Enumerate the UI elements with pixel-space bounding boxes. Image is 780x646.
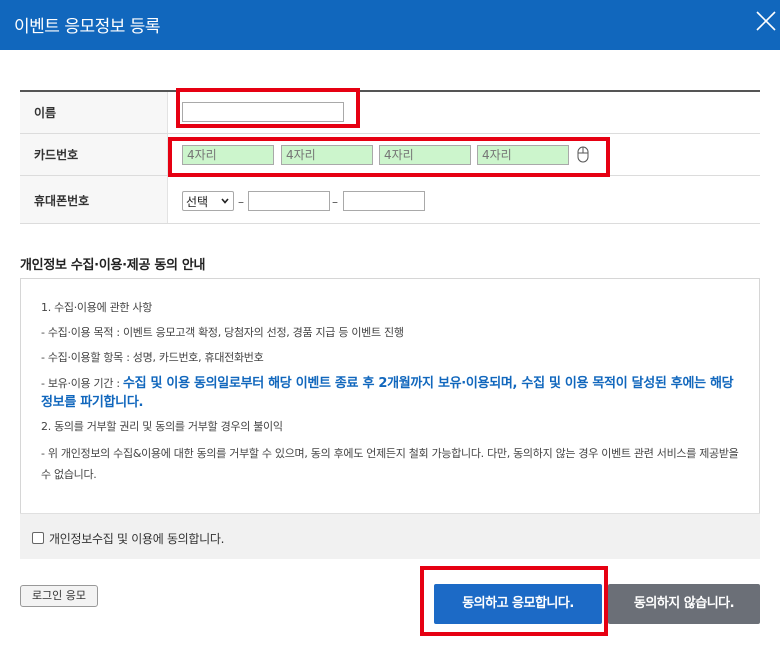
phone-prefix-value: 선택 (186, 195, 209, 209)
consent-label[interactable]: 개인정보수집 및 이용에 동의합니다. (49, 530, 224, 547)
close-icon[interactable] (755, 10, 777, 32)
phone-dash-1: – (238, 195, 244, 209)
chevron-down-icon (221, 198, 229, 204)
phone-row: 휴대폰번호 선택 – – (20, 176, 760, 224)
name-row: 이름 (20, 92, 760, 134)
highlight-agree-button (420, 566, 608, 636)
privacy-item-1: 1. 수집·이용에 관한 사항 (41, 301, 153, 314)
phone-middle-input[interactable] (248, 191, 330, 211)
phone-label: 휴대폰번호 (20, 176, 168, 223)
phone-cell: 선택 – – (168, 176, 760, 223)
card-label: 카드번호 (20, 134, 168, 175)
highlight-card (168, 137, 610, 177)
phone-last-input[interactable] (343, 191, 425, 211)
consent-checkbox[interactable] (32, 532, 44, 544)
title-bar: 이벤트 응모정보 등록 (0, 0, 780, 50)
window-title: 이벤트 응모정보 등록 (14, 17, 161, 37)
consent-bar: 개인정보수집 및 이용에 동의합니다. (20, 513, 760, 559)
privacy-item-1-purpose: - 수집·이용 목적 : 이벤트 응모고객 확정, 당첨자의 선정, 경품 지급… (41, 326, 404, 339)
privacy-item-2-desc: - 위 개인정보의 수집&이용에 대한 동의를 거부할 수 있으며, 동의 후에… (41, 447, 739, 481)
privacy-title: 개인정보 수집·이용·제공 동의 안내 (20, 258, 206, 273)
privacy-item-1-period: - 보유·이용 기간 : 수집 및 이용 동의일로부터 해당 이벤트 종료 후 … (41, 370, 739, 414)
phone-dash-2: – (332, 195, 338, 209)
privacy-item-1-fields: - 수집·이용할 항목 : 성명, 카드번호, 휴대전화번호 (41, 351, 264, 364)
highlight-name (176, 88, 360, 128)
disagree-button[interactable]: 동의하지 않습니다. (608, 584, 760, 624)
name-label: 이름 (20, 92, 168, 133)
period-prefix: - 보유·이용 기간 : (41, 377, 123, 390)
privacy-item-2: 2. 동의를 거부할 권리 및 동의를 거부할 경우의 불이익 (41, 420, 283, 433)
login-apply-button[interactable]: 로그인 응모 (20, 585, 98, 607)
phone-prefix-select[interactable]: 선택 (182, 191, 234, 211)
period-emphasis: 수집 및 이용 동의일로부터 해당 이벤트 종료 후 2개월까지 보유·이용되며… (41, 376, 734, 410)
privacy-content: 1. 수집·이용에 관한 사항 - 수집·이용 목적 : 이벤트 응모고객 확정… (20, 278, 760, 514)
